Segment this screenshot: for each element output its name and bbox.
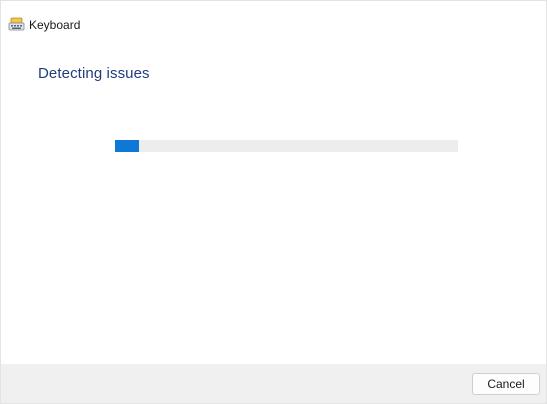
troubleshooter-window: Keyboard Detecting issues Cancel bbox=[0, 0, 547, 404]
window-title: Keyboard bbox=[29, 18, 81, 32]
progress-bar bbox=[115, 140, 458, 152]
footer-bar: Cancel bbox=[1, 364, 546, 403]
progress-bar-fill bbox=[115, 140, 139, 152]
cancel-button[interactable]: Cancel bbox=[472, 373, 540, 395]
page-heading: Detecting issues bbox=[38, 65, 150, 82]
title-bar: Keyboard bbox=[1, 1, 546, 49]
keyboard-icon bbox=[8, 17, 25, 32]
